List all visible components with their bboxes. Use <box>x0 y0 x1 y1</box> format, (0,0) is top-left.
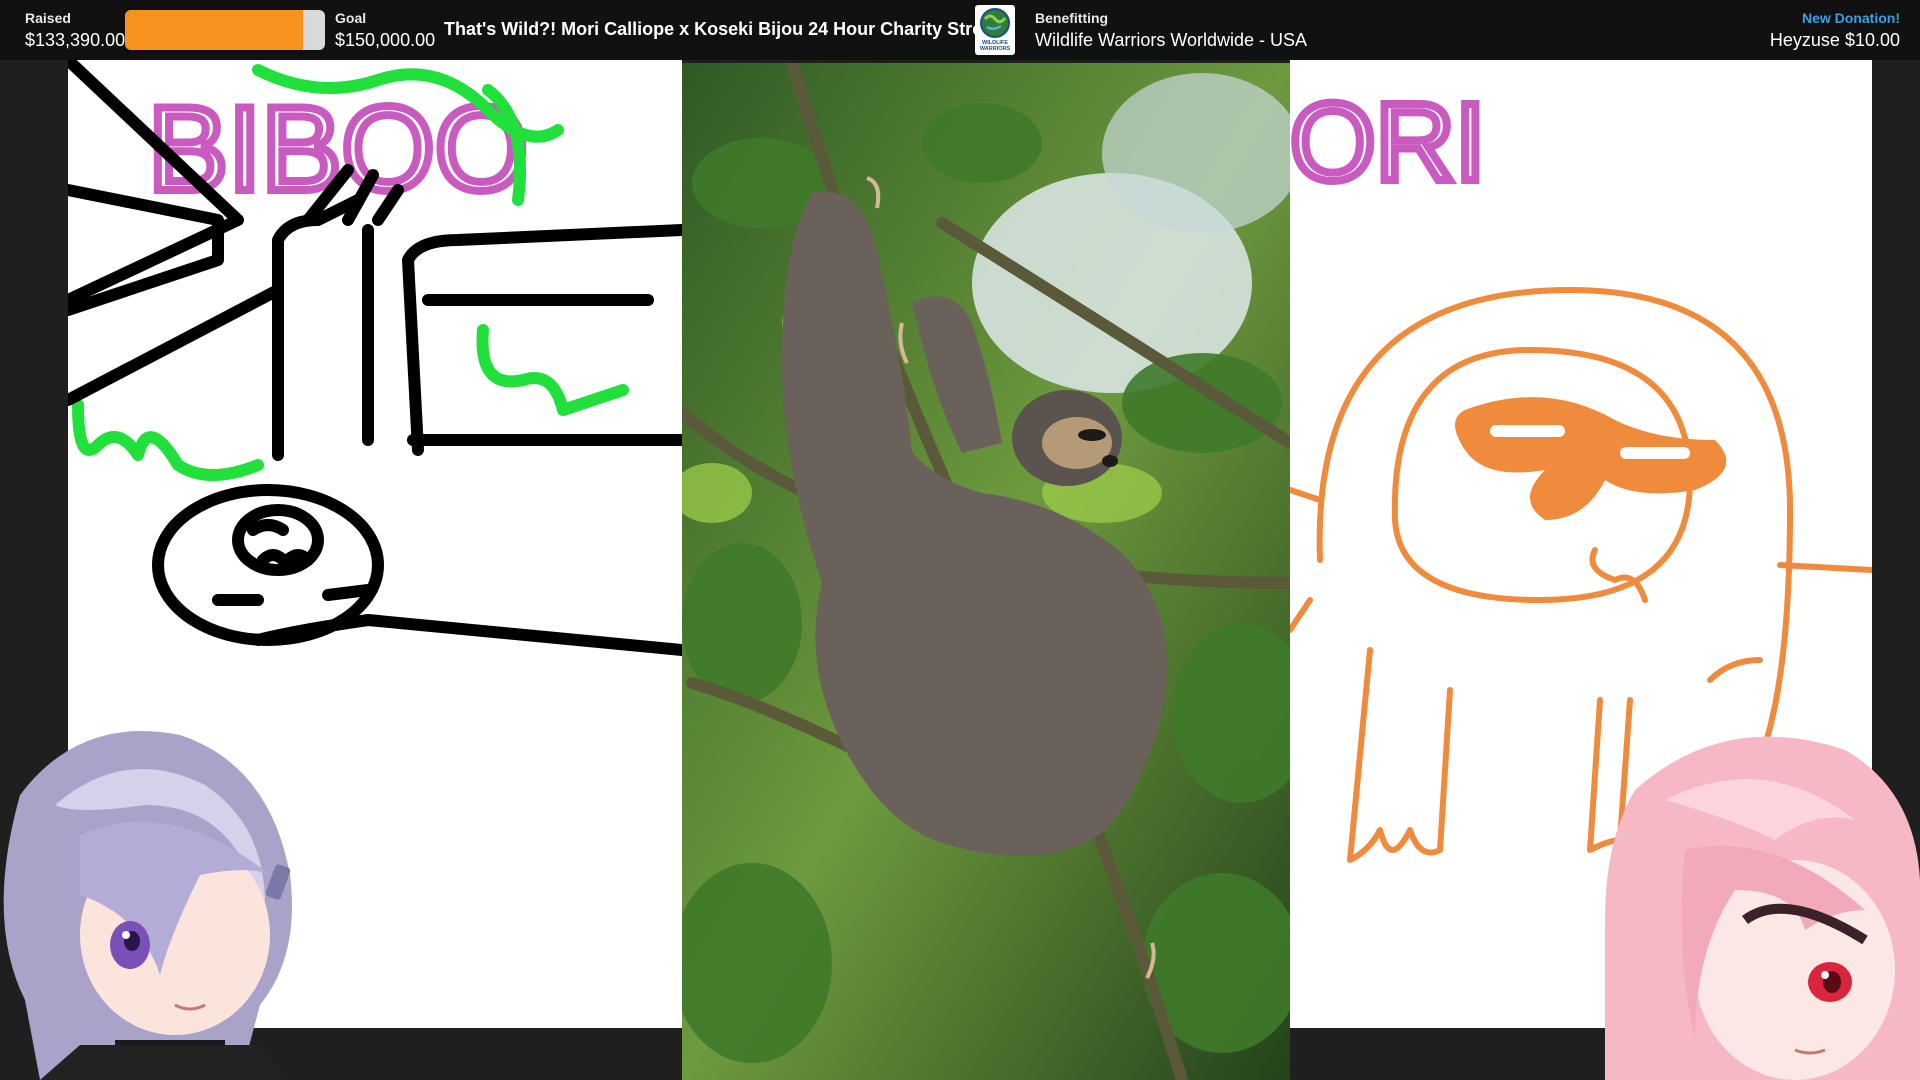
goal-label: Goal <box>335 10 367 26</box>
fundraising-progress-bar <box>125 10 325 50</box>
raised-value: $133,390.00 <box>25 30 126 50</box>
beneficiary-stat: Benefitting Wildlife Warriors Worldwide … <box>1035 10 1307 52</box>
mori-scribble-text: ORI <box>1290 81 1486 204</box>
donation-label: New Donation! <box>1802 10 1900 26</box>
progress-fill <box>125 10 303 50</box>
beneficiary-value: Wildlife Warriors Worldwide - USA <box>1035 30 1308 50</box>
koseki-bijou-avatar <box>0 715 310 1080</box>
mori-calliope-avatar <box>1595 720 1920 1080</box>
raised-stat: Raised $133,390.00 <box>25 10 125 52</box>
logo-line2: WARRIORS <box>980 46 1011 52</box>
goal-stat: Goal $150,000.00 <box>335 10 435 52</box>
stream-title: That's Wild?! Mori Calliope x Koseki Bij… <box>444 19 1009 39</box>
sloth-photo <box>682 63 1290 1080</box>
wildlife-warriors-logo: WILDLIFE WARRIORS <box>975 5 1015 55</box>
charity-stats-bar: Raised $133,390.00 Goal $150,000.00 That… <box>0 0 1920 60</box>
raised-label: Raised <box>25 10 71 26</box>
beneficiary-label: Benefitting <box>1035 10 1109 26</box>
goal-value: $150,000.00 <box>335 30 436 50</box>
new-donation-alert: New Donation! Heyzuse $10.00 <box>1770 10 1900 52</box>
sloth-illustration <box>682 63 1290 1080</box>
donation-value: Heyzuse $10.00 <box>1769 30 1900 50</box>
